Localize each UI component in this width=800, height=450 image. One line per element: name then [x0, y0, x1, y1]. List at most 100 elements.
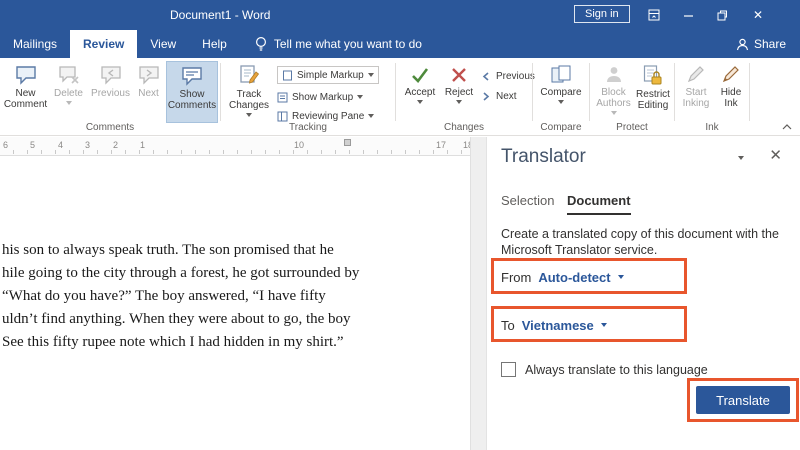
show-markup-icon	[277, 92, 288, 103]
group-label-compare: Compare	[540, 122, 582, 133]
to-language-row: To Vietnamese	[501, 314, 607, 336]
group-comments: New Comment Delete Previous Next Show Co…	[0, 58, 220, 135]
tab-mailings[interactable]: Mailings	[0, 30, 70, 58]
minimize-icon	[683, 10, 694, 21]
tab-view[interactable]: View	[137, 30, 189, 58]
previous-change-button[interactable]: Previous	[480, 67, 535, 85]
display-for-review-value: Simple Markup	[297, 69, 364, 81]
chevron-down-icon	[368, 73, 374, 77]
to-language-dropdown[interactable]: Vietnamese	[522, 318, 594, 333]
delete-comment-label: Delete	[54, 88, 83, 99]
horizontal-ruler[interactable]: 6 5 4 3 2 1 10 17 18	[0, 137, 473, 156]
pane-description: Create a translated copy of this documen…	[501, 227, 779, 257]
accept-button[interactable]: Accept	[400, 61, 440, 123]
group-protect: Block Authors Restrict Editing Protect	[590, 58, 674, 135]
translate-button[interactable]: Translate	[696, 386, 790, 414]
document-scrollbar[interactable]	[470, 137, 486, 450]
document-line: See this fifty rupee note which I had hi…	[2, 334, 344, 350]
group-changes: Accept Reject Previous Next Changes	[396, 58, 535, 135]
always-translate-label: Always translate to this language	[525, 362, 708, 377]
previous-change-label: Previous	[496, 70, 535, 82]
next-change-button[interactable]: Next	[480, 87, 517, 105]
reject-label: Reject	[444, 87, 474, 98]
close-button[interactable]: ✕	[742, 0, 774, 30]
group-ink: Start Inking Hide Ink Ink	[675, 58, 749, 135]
translator-pane: Translator ✕ Selection Document Create a…	[486, 137, 800, 450]
show-comments-button[interactable]: Show Comments	[166, 61, 218, 123]
minimize-button[interactable]	[672, 0, 704, 30]
hide-ink-button[interactable]: Hide Ink	[715, 61, 747, 123]
previous-comment-label: Previous	[91, 88, 130, 99]
person-icon	[736, 38, 749, 51]
group-tracking: Track Changes Simple Markup Show Markup	[221, 58, 395, 135]
window-title: Document1 - Word	[170, 8, 271, 22]
document-line: his son to always speak truth. The son p…	[2, 242, 334, 258]
reject-button[interactable]: Reject	[442, 61, 476, 123]
block-authors-icon	[604, 65, 624, 84]
restore-button[interactable]	[706, 0, 738, 30]
previous-comment-button[interactable]: Previous	[88, 61, 133, 123]
start-inking-button[interactable]: Start Inking	[678, 61, 714, 123]
tab-document[interactable]: Document	[567, 193, 631, 215]
from-label: From	[501, 269, 532, 285]
close-icon: ✕	[752, 8, 764, 22]
block-authors-button[interactable]: Block Authors	[593, 61, 634, 123]
ribbon-display-options-button[interactable]	[638, 0, 670, 30]
next-comment-button[interactable]: Next	[133, 61, 164, 123]
display-for-review-dropdown[interactable]: Simple Markup	[277, 66, 379, 84]
tell-me-label: Tell me what you want to do	[273, 37, 422, 51]
group-label-tracking: Tracking	[289, 122, 327, 133]
collapse-ribbon-button[interactable]	[782, 124, 792, 130]
hide-ink-label: Hide Ink	[720, 87, 742, 109]
pane-close-icon[interactable]: ✕	[769, 146, 782, 164]
ruler-number: 2	[113, 140, 119, 150]
group-label-ink: Ink	[705, 122, 719, 133]
next-change-label: Next	[496, 90, 517, 102]
show-markup-label: Show Markup	[292, 91, 354, 103]
restrict-editing-label: Restrict Editing	[636, 89, 670, 111]
ruler-indent-marker[interactable]	[344, 139, 351, 146]
ruler-number: 3	[85, 140, 91, 150]
sign-in-button[interactable]: Sign in	[574, 5, 630, 23]
track-changes-icon	[239, 65, 259, 86]
reject-x-icon	[450, 65, 468, 84]
next-comment-icon	[138, 65, 160, 85]
delete-comment-icon	[58, 65, 80, 85]
new-comment-label: New Comment	[3, 88, 48, 110]
ruler-number: 1	[140, 140, 146, 150]
track-changes-button[interactable]: Track Changes	[225, 61, 273, 123]
title-bar: Document1 - Word Sign in ✕	[0, 0, 800, 30]
chevron-down-icon[interactable]	[617, 275, 624, 279]
document-line: hile going to the city through a forest,…	[2, 265, 360, 281]
start-inking-pen-icon	[686, 65, 706, 84]
chevron-down-icon	[368, 114, 375, 118]
tab-help[interactable]: Help	[189, 30, 240, 58]
from-language-dropdown[interactable]: Auto-detect	[538, 270, 610, 285]
ribbon-tab-row: Mailings Review View Help Tell me what y…	[0, 30, 800, 58]
compare-button[interactable]: Compare	[536, 61, 586, 123]
always-translate-checkbox[interactable]	[501, 362, 516, 377]
new-comment-button[interactable]: New Comment	[2, 61, 49, 123]
tab-review[interactable]: Review	[70, 30, 138, 58]
share-button[interactable]: Share	[722, 30, 800, 58]
restrict-editing-button[interactable]: Restrict Editing	[634, 61, 672, 123]
chevron-down-icon[interactable]	[600, 323, 607, 327]
chevron-down-icon	[558, 100, 564, 104]
ruler-number: 6	[3, 140, 9, 150]
tab-selection[interactable]: Selection	[501, 193, 554, 208]
tell-me-search[interactable]: Tell me what you want to do	[254, 30, 422, 58]
to-label: To	[501, 317, 515, 333]
show-comments-label: Show Comments	[167, 89, 217, 111]
show-markup-button[interactable]: Show Markup	[277, 88, 364, 106]
restrict-editing-lock-icon	[643, 65, 663, 86]
chevron-down-icon	[610, 111, 617, 115]
document-page[interactable]: his son to always speak truth. The son p…	[0, 156, 470, 450]
lightbulb-icon	[254, 36, 268, 52]
ruler-number: 10	[294, 140, 305, 150]
ruler-number: 4	[58, 140, 64, 150]
always-translate-row: Always translate to this language	[501, 362, 708, 377]
delete-comment-button[interactable]: Delete	[50, 61, 87, 123]
start-inking-label: Start Inking	[682, 87, 710, 109]
chevron-down-icon	[246, 113, 252, 117]
pane-options-chevron-down-icon[interactable]	[738, 156, 744, 160]
